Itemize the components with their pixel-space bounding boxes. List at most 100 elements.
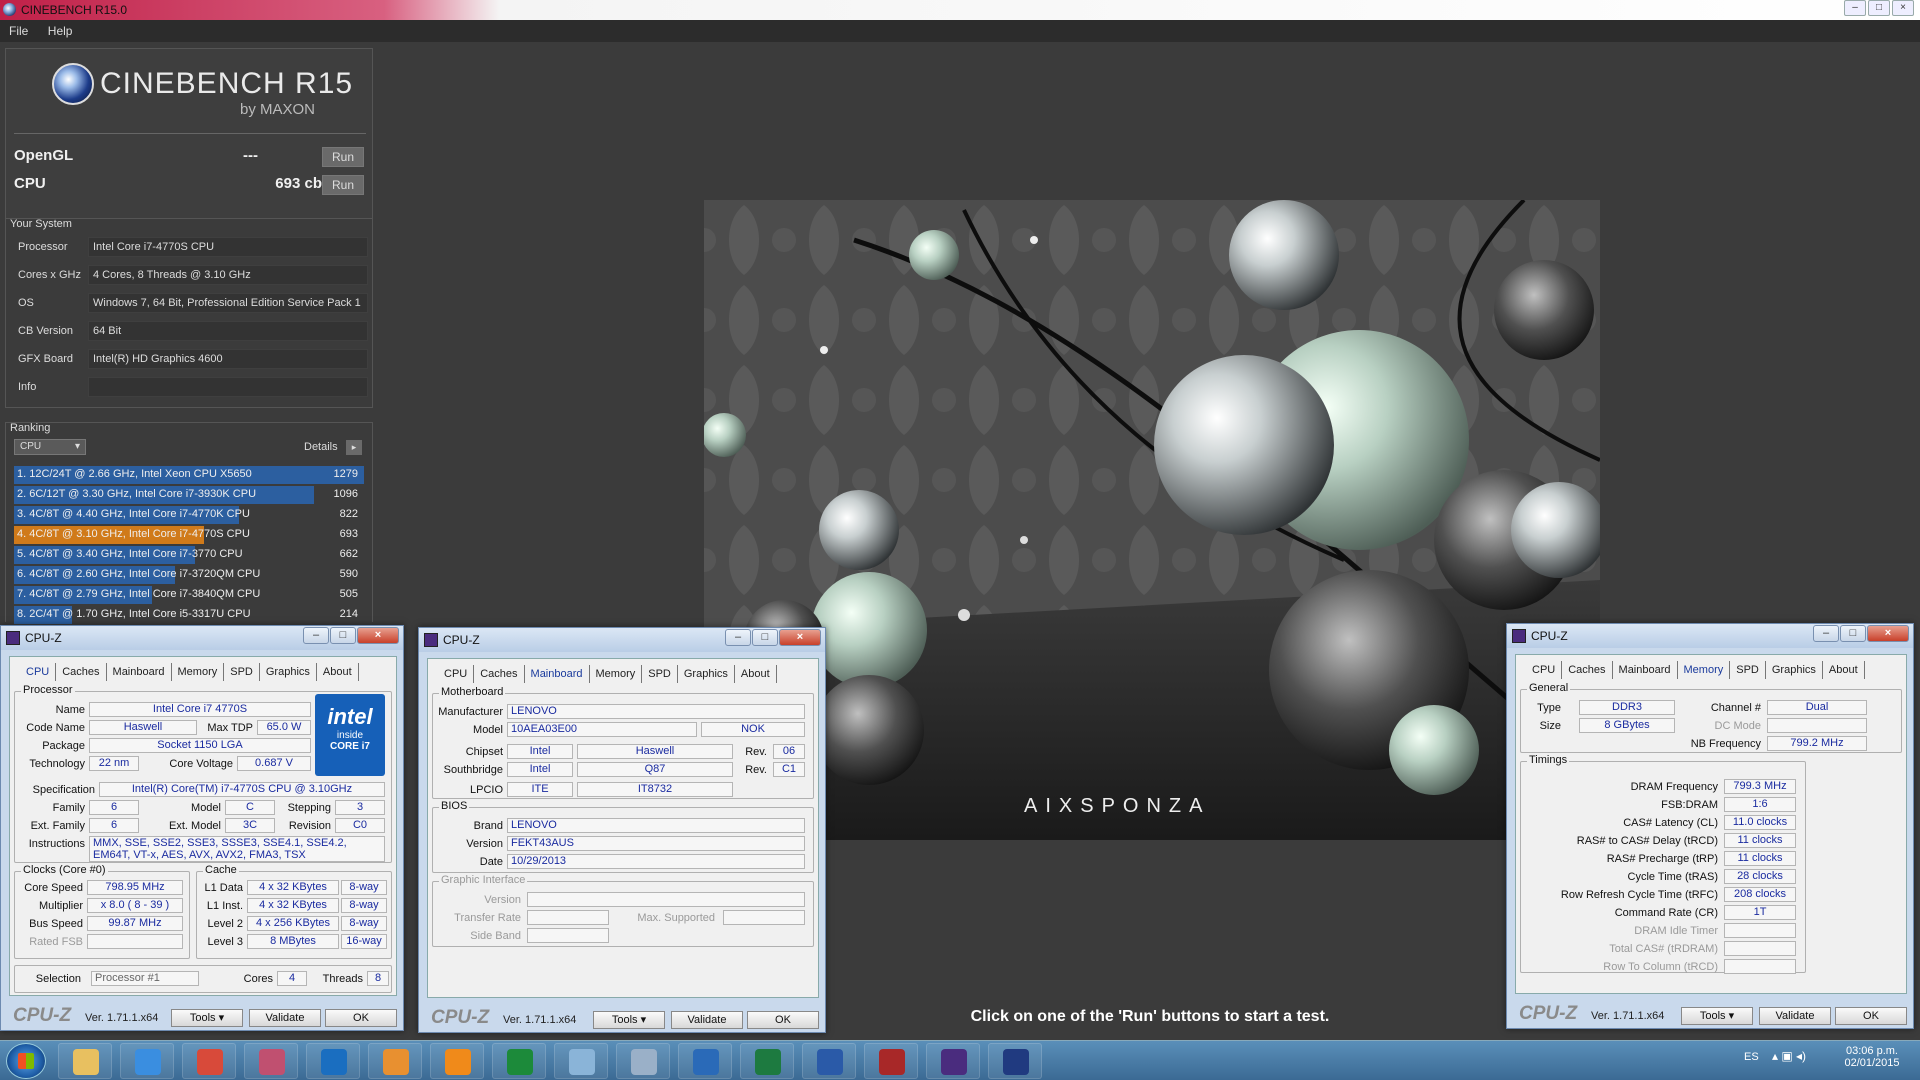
- ok-button[interactable]: OK: [747, 1011, 819, 1029]
- language-indicator[interactable]: ES: [1744, 1051, 1759, 1063]
- ranking-dropdown[interactable]: CPU ▾: [14, 439, 86, 455]
- validate-button[interactable]: Validate: [1759, 1007, 1831, 1025]
- tab-mainboard[interactable]: Mainboard: [525, 665, 590, 683]
- ok-button[interactable]: OK: [325, 1009, 397, 1027]
- tab-caches[interactable]: Caches: [1562, 661, 1613, 679]
- tab-graphics[interactable]: Graphics: [678, 665, 735, 683]
- taskbar-button[interactable]: [430, 1043, 484, 1079]
- cpu-run-button[interactable]: Run: [322, 175, 364, 195]
- corevoltage-label: Core Voltage: [169, 758, 233, 770]
- level2-label: Level 2: [207, 918, 243, 930]
- cpuz-window-cpu: CPU-Z – □ × CPU Caches Mainboard Memory SPD Gra…: [0, 625, 404, 1031]
- tab-about[interactable]: About: [317, 663, 359, 681]
- processor-group-title: Processor: [21, 684, 75, 696]
- tab-memory[interactable]: Memory: [590, 665, 643, 683]
- minimize-button[interactable]: –: [1813, 625, 1839, 642]
- clock-date[interactable]: 02/01/2015: [1832, 1057, 1912, 1069]
- chevron-down-icon: ▾: [640, 1014, 647, 1026]
- tab-cpu[interactable]: CPU: [1526, 661, 1563, 679]
- close-button[interactable]: ×: [1867, 625, 1909, 642]
- tab-spd[interactable]: SPD: [642, 665, 678, 683]
- taskbar-button[interactable]: [368, 1043, 422, 1079]
- model-value: 10AEA03E00: [507, 722, 697, 737]
- maximize-button[interactable]: □: [330, 627, 356, 644]
- tab-spd[interactable]: SPD: [224, 663, 260, 681]
- close-button[interactable]: ×: [1892, 0, 1914, 16]
- tab-about[interactable]: About: [1823, 661, 1865, 679]
- taskbar-button[interactable]: [926, 1043, 980, 1079]
- tools-button[interactable]: Tools ▾: [1681, 1007, 1753, 1025]
- taskbar-button[interactable]: [306, 1043, 360, 1079]
- tab-memory[interactable]: Memory: [172, 663, 225, 681]
- taskbar-button[interactable]: [120, 1043, 174, 1079]
- clock-time[interactable]: 03:06 p.m.: [1832, 1045, 1912, 1057]
- ranking-row[interactable]: 8. 2C/4T @ 1.70 GHz, Intel Core i5-3317U…: [14, 606, 364, 624]
- ok-button[interactable]: OK: [1835, 1007, 1907, 1025]
- ranking-row[interactable]: 4. 4C/8T @ 3.10 GHz, Intel Core i7-4770S…: [14, 526, 364, 544]
- close-button[interactable]: ×: [779, 629, 821, 646]
- corespeed-value: 798.95 MHz: [87, 880, 183, 895]
- tab-cpu[interactable]: CPU: [438, 665, 475, 683]
- tab-caches[interactable]: Caches: [474, 665, 525, 683]
- close-button[interactable]: ×: [357, 627, 399, 644]
- opengl-run-button[interactable]: Run: [322, 147, 364, 167]
- tab-cpu[interactable]: CPU: [20, 663, 57, 681]
- maximize-button[interactable]: □: [752, 629, 778, 646]
- graphic-interface-group: Graphic Interface Version Transfer Rate …: [432, 874, 814, 947]
- tab-graphics[interactable]: Graphics: [260, 663, 317, 681]
- minimize-button[interactable]: –: [1844, 0, 1866, 16]
- validate-button[interactable]: Validate: [249, 1009, 321, 1027]
- taskbar-button[interactable]: [492, 1043, 546, 1079]
- selection-label: Selection: [35, 973, 81, 985]
- taskbar-button[interactable]: [182, 1043, 236, 1079]
- bios-brand-label: Brand: [473, 820, 503, 832]
- ranking-row[interactable]: 3. 4C/8T @ 4.40 GHz, Intel Core i7-4770K…: [14, 506, 364, 524]
- taskbar-button[interactable]: [740, 1043, 794, 1079]
- start-button[interactable]: [6, 1043, 46, 1079]
- tab-memory[interactable]: Memory: [1678, 661, 1731, 679]
- menu-file[interactable]: File: [0, 20, 28, 38]
- tab-mainboard[interactable]: Mainboard: [107, 663, 172, 681]
- taskbar-button[interactable]: [554, 1043, 608, 1079]
- tools-button[interactable]: Tools ▾: [171, 1009, 243, 1027]
- ranking-details-label[interactable]: Details: [304, 441, 338, 453]
- ratedfsb-value: [87, 934, 183, 949]
- l1data-ways: 8-way: [341, 880, 387, 895]
- maximize-button[interactable]: □: [1840, 625, 1866, 642]
- tab-spd[interactable]: SPD: [1730, 661, 1766, 679]
- taskbar-button[interactable]: [678, 1043, 732, 1079]
- sys-value-info[interactable]: [88, 377, 368, 397]
- maximize-button[interactable]: □: [1868, 0, 1890, 16]
- chevron-down-icon: ▾: [1728, 1010, 1735, 1022]
- tab-caches[interactable]: Caches: [56, 663, 107, 681]
- intel-logo-text: intel: [327, 704, 373, 729]
- ranking-cpu-label: 2. 6C/12T @ 3.30 GHz, Intel Core i7-3930…: [17, 488, 257, 500]
- clocks-group-title: Clocks (Core #0): [21, 864, 108, 876]
- intel-inside-text: inside: [336, 730, 364, 741]
- tab-about[interactable]: About: [735, 665, 777, 683]
- tab-graphics[interactable]: Graphics: [1766, 661, 1823, 679]
- ranking-row[interactable]: 5. 4C/8T @ 3.40 GHz, Intel Core i7-3770 …: [14, 546, 364, 564]
- validate-button[interactable]: Validate: [671, 1011, 743, 1029]
- taskbar-button[interactable]: [988, 1043, 1042, 1079]
- your-system-panel: Your System Processor Intel Core i7-4770…: [5, 218, 373, 408]
- ranking-row[interactable]: 1. 12C/24T @ 2.66 GHz, Intel Xeon CPU X5…: [14, 466, 364, 484]
- tray-icons[interactable]: ▴ ▣ ◂): [1772, 1049, 1806, 1063]
- selection-dropdown[interactable]: Processor #1: [91, 971, 199, 986]
- taskbar-button[interactable]: [864, 1043, 918, 1079]
- tools-button[interactable]: Tools ▾: [593, 1011, 665, 1029]
- taskbar-button[interactable]: [244, 1043, 298, 1079]
- taskbar-button[interactable]: [58, 1043, 112, 1079]
- taskbar-button[interactable]: [802, 1043, 856, 1079]
- ranking-row[interactable]: 7. 4C/8T @ 2.79 GHz, Intel Core i7-3840Q…: [14, 586, 364, 604]
- details-arrow-icon[interactable]: ▸: [346, 440, 362, 455]
- minimize-button[interactable]: –: [725, 629, 751, 646]
- ranking-row[interactable]: 6. 4C/8T @ 2.60 GHz, Intel Core i7-3720Q…: [14, 566, 364, 584]
- ranking-row[interactable]: 2. 6C/12T @ 3.30 GHz, Intel Core i7-3930…: [14, 486, 364, 504]
- tab-mainboard[interactable]: Mainboard: [1613, 661, 1678, 679]
- model-label: Model: [191, 802, 221, 814]
- menu-help[interactable]: Help: [39, 20, 73, 38]
- minimize-button[interactable]: –: [303, 627, 329, 644]
- level3-label: Level 3: [207, 936, 243, 948]
- taskbar-button[interactable]: [616, 1043, 670, 1079]
